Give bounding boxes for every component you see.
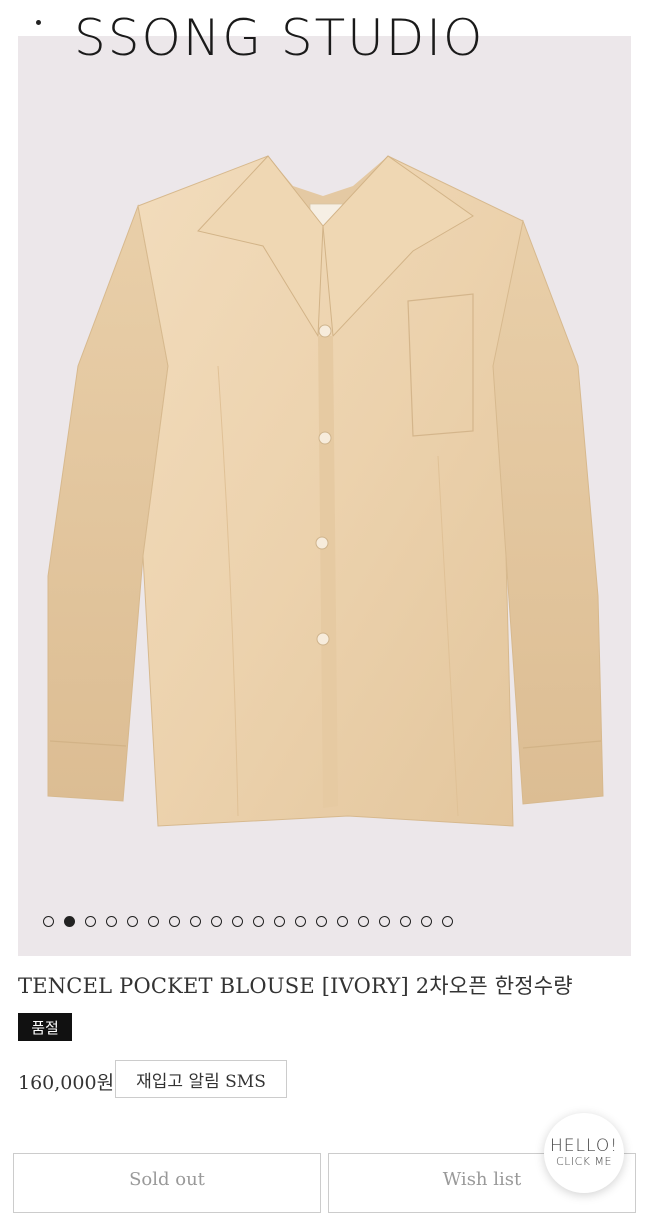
restock-sms-button[interactable]: 재입고 알림 SMS [115,1060,287,1098]
chat-button-line1: HELLO! [549,1136,619,1156]
sold-out-button[interactable]: Sold out [13,1153,321,1213]
slide-indicator-dot[interactable] [127,916,138,927]
chat-floating-button[interactable]: HELLO! CLICK ME [544,1113,624,1193]
slide-indicator-dot[interactable] [43,916,54,927]
slide-indicator-dot[interactable] [253,916,264,927]
slide-indicators [43,916,453,927]
slide-indicator-dot[interactable] [232,916,243,927]
slide-indicator-dot[interactable] [379,916,390,927]
chat-button-line2: CLICK ME [556,1155,612,1168]
slide-indicator-dot[interactable] [442,916,453,927]
slide-indicator-dot[interactable] [148,916,159,927]
slide-indicator-dot[interactable] [421,916,432,927]
slide-indicator-dot[interactable] [358,916,369,927]
slide-indicator-dot[interactable] [316,916,327,927]
menu-dot [35,20,41,25]
blouse-image [47,155,604,827]
slide-indicator-dot[interactable] [106,916,117,927]
product-title: TENCEL POCKET BLOUSE [IVORY] 2차오픈 한정수량 [18,974,573,998]
slide-indicator-dot[interactable] [337,916,348,927]
slide-indicator-dot[interactable] [64,916,75,927]
slide-indicator-dot[interactable] [190,916,201,927]
slide-indicator-dot[interactable] [400,916,411,927]
slide-indicator-dot[interactable] [295,916,306,927]
product-image-gallery[interactable] [18,36,631,956]
slide-indicator-dot[interactable] [85,916,96,927]
slide-indicator-dot[interactable] [211,916,222,927]
slide-indicator-dot[interactable] [169,916,180,927]
product-price: 160,000원 [18,1072,115,1094]
slide-indicator-dot[interactable] [274,916,285,927]
brand-logo[interactable]: SSONG STUDIO [74,8,484,68]
sold-out-badge: 품절 [18,1013,72,1041]
